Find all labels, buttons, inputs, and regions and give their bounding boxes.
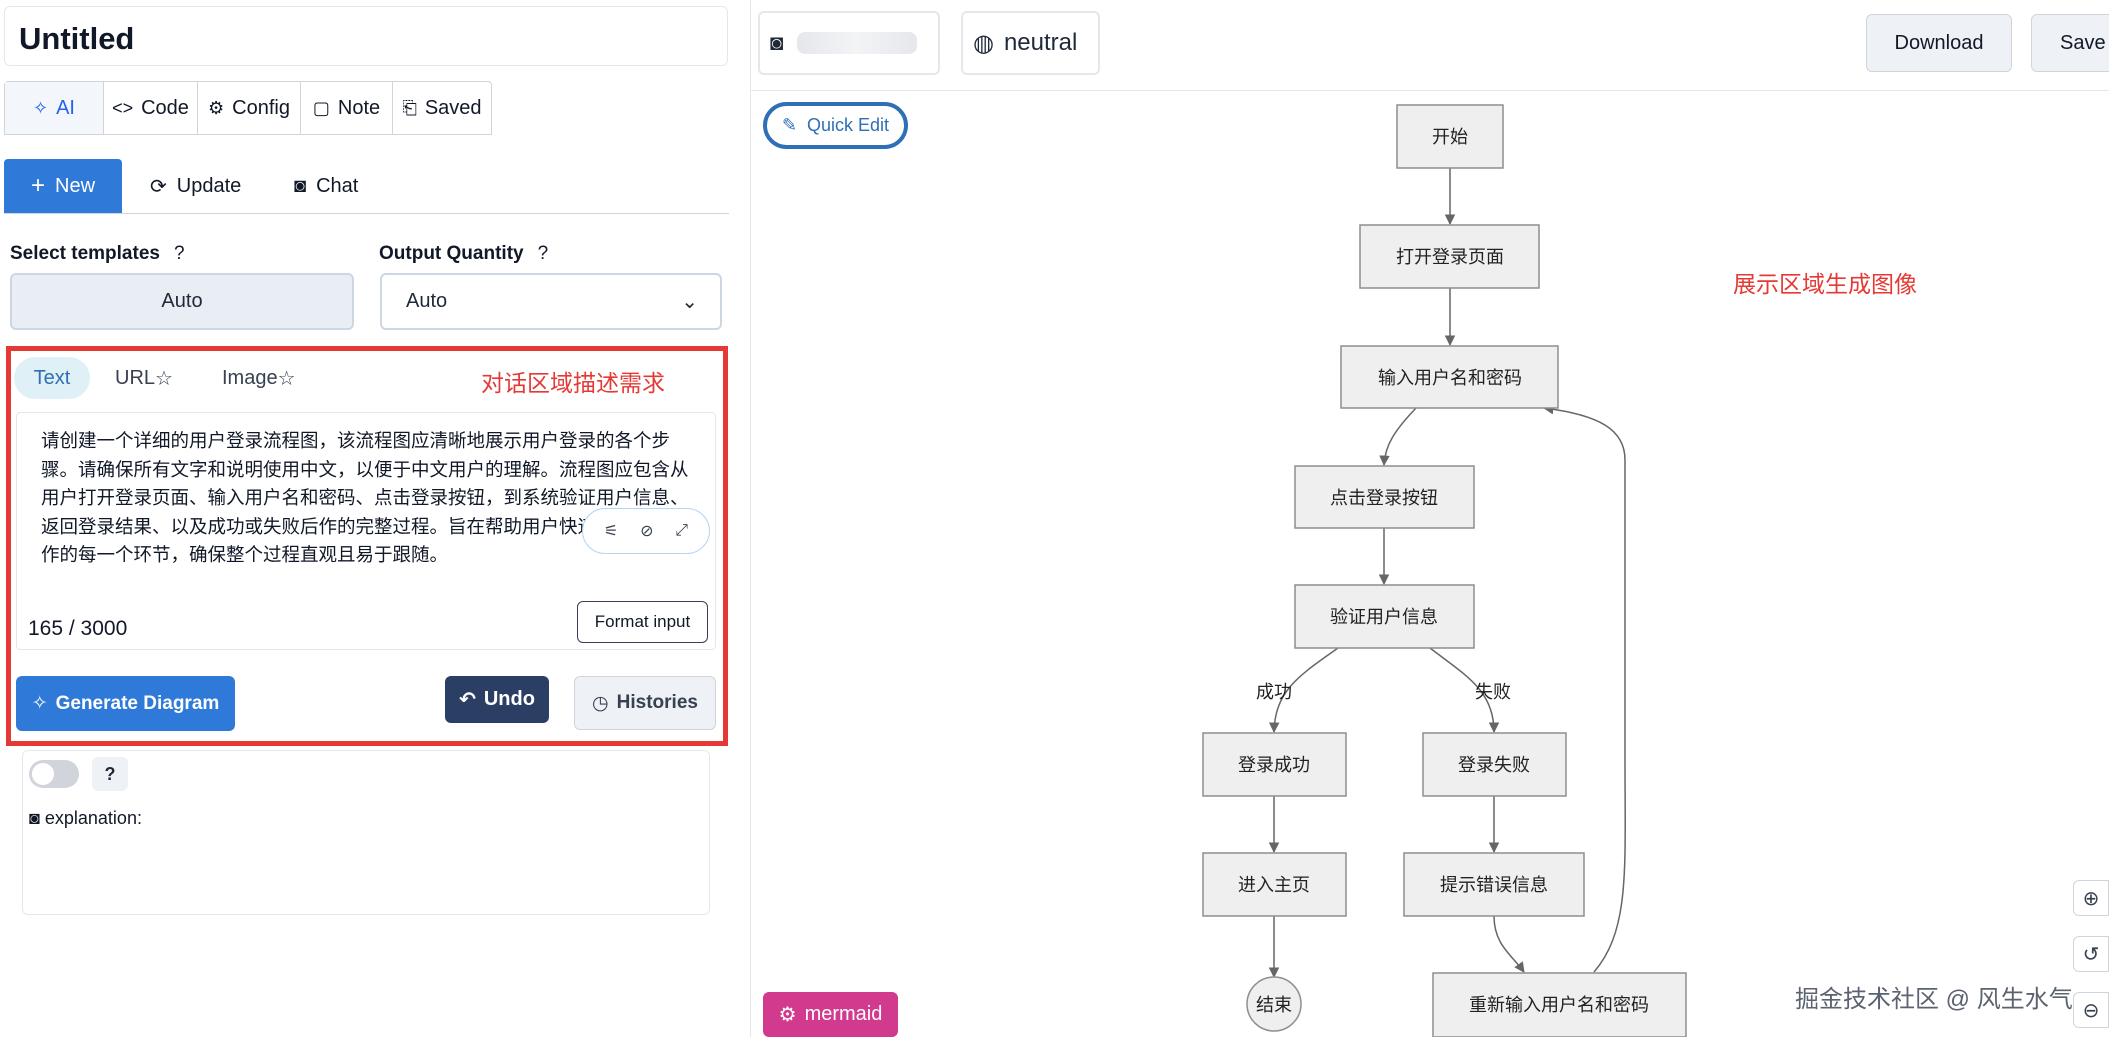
- quantity-help-icon[interactable]: ?: [538, 243, 549, 264]
- blurred-theme-name: [797, 32, 918, 54]
- templates-help-icon[interactable]: ?: [174, 243, 185, 264]
- wand-icon[interactable]: ⤢: [675, 522, 688, 540]
- save-button[interactable]: Save: [2031, 14, 2109, 72]
- quick-edit-button[interactable]: ✎ Quick Edit: [763, 102, 908, 149]
- download-button[interactable]: Download: [1866, 14, 2012, 72]
- magic-icon[interactable]: ⊘: [640, 521, 653, 541]
- chevron-down-icon: ⌄: [681, 291, 698, 313]
- diagram-canvas[interactable]: [751, 90, 2109, 1037]
- sparkle-icon: ✧: [33, 97, 49, 118]
- tab-note[interactable]: ▢ Note: [301, 82, 393, 134]
- input-tab-image[interactable]: Image ☆: [222, 357, 296, 399]
- palette-icon: ◍: [973, 29, 994, 57]
- chat-button[interactable]: ◙ Chat: [294, 159, 358, 213]
- theme-selector[interactable]: ◙: [758, 11, 940, 75]
- reset-view-icon[interactable]: ↺: [2073, 936, 2109, 972]
- tab-config-label: Config: [232, 96, 290, 119]
- new-button[interactable]: + New: [4, 159, 122, 213]
- undo-button[interactable]: ↶ Undo: [445, 676, 549, 723]
- chat-label: Chat: [316, 174, 359, 197]
- tab-ai-label: AI: [56, 96, 75, 119]
- note-icon: ▢: [312, 97, 330, 118]
- update-label: Update: [176, 174, 242, 197]
- code-icon: <>: [112, 97, 134, 118]
- text-tools-popover: ⚟ ⊘ ⤢: [582, 508, 710, 554]
- star-icon: ☆: [155, 367, 173, 390]
- zoom-out-icon[interactable]: ⊖: [2073, 992, 2109, 1028]
- input-tab-url-label: URL: [115, 366, 156, 389]
- template-select-button[interactable]: Auto: [10, 273, 354, 330]
- undo-icon: ↶: [459, 689, 476, 711]
- templates-label-text: Select templates: [10, 243, 160, 264]
- mermaid-button[interactable]: ⚙ mermaid: [763, 992, 898, 1037]
- config-icon: ⚙: [208, 97, 225, 118]
- templates-label: Select templates?: [10, 243, 185, 265]
- input-tab-url[interactable]: URL ☆: [115, 357, 173, 399]
- generate-diagram-button[interactable]: ✧ Generate Diagram: [16, 676, 235, 731]
- char-counter: 165 / 3000: [28, 617, 128, 640]
- sparkle-icon: ✧: [31, 693, 48, 714]
- quantity-label-text: Output Quantity: [379, 243, 524, 264]
- tab-config[interactable]: ⚙ Config: [198, 82, 301, 134]
- explanation-label: ◙ explanation:: [29, 808, 142, 829]
- mode-bar: + New ⟳ Update ◙ Chat: [4, 159, 729, 214]
- clock-icon: ◷: [592, 692, 609, 714]
- document-title-text: Untitled: [19, 21, 135, 56]
- undo-label: Undo: [483, 688, 535, 710]
- tab-code-label: Code: [141, 96, 189, 119]
- input-tab-text[interactable]: Text: [14, 357, 90, 399]
- quantity-select-value: Auto: [406, 290, 448, 312]
- saved-icon: ⎗: [402, 97, 417, 118]
- tab-saved-label: Saved: [424, 96, 482, 119]
- refresh-icon: ⟳: [150, 175, 167, 198]
- tab-saved[interactable]: ⎗ Saved: [393, 82, 491, 134]
- format-input-button[interactable]: Format input: [577, 601, 708, 643]
- color-theme-value: neutral: [1003, 29, 1078, 56]
- tab-ai[interactable]: ✧ AI: [5, 82, 104, 134]
- color-theme-selector[interactable]: ◍ neutral: [961, 11, 1100, 75]
- update-button[interactable]: ⟳ Update: [150, 159, 241, 213]
- explanation-label-text: explanation:: [44, 808, 142, 828]
- new-label: New: [55, 174, 96, 197]
- gear-icon: ⚙: [778, 1004, 797, 1026]
- tab-code[interactable]: <> Code: [104, 82, 198, 134]
- tab-note-label: Note: [337, 96, 381, 119]
- generate-label: Generate Diagram: [55, 692, 220, 714]
- quantity-label: Output Quantity?: [379, 243, 548, 265]
- quick-edit-label: Quick Edit: [807, 115, 890, 135]
- zoom-in-icon[interactable]: ⊕: [2073, 880, 2109, 916]
- editor-tabs: ✧ AI <> Code ⚙ Config ▢ Note ⎗ Saved: [4, 81, 492, 135]
- star-icon: ☆: [277, 367, 296, 390]
- explanation-help-icon[interactable]: ?: [92, 757, 128, 791]
- quantity-select[interactable]: Auto ⌄: [380, 273, 722, 330]
- histories-button[interactable]: ◷ Histories: [574, 676, 716, 730]
- sliders-icon[interactable]: ⚟: [604, 521, 618, 541]
- explanation-toggle[interactable]: [29, 760, 79, 788]
- robot-icon: ◙: [29, 808, 45, 828]
- pencil-icon: ✎: [781, 115, 798, 135]
- left-panel: Untitled ✧ AI <> Code ⚙ Config ▢ Note ⎗ …: [0, 0, 735, 1037]
- input-tab-image-label: Image: [222, 366, 278, 389]
- display-area-annotation: 展示区域生成图像: [1733, 271, 1917, 297]
- plus-icon: +: [30, 172, 45, 199]
- input-area-annotation: 对话区域描述需求: [481, 370, 665, 396]
- robot-icon: ◙: [770, 30, 784, 55]
- watermark: 掘金技术社区 @ 风生水气: [1795, 986, 2073, 1013]
- document-title[interactable]: Untitled: [4, 6, 728, 66]
- robot-icon: ◙: [294, 174, 307, 197]
- mermaid-label: mermaid: [804, 1003, 883, 1025]
- histories-label: Histories: [616, 692, 698, 713]
